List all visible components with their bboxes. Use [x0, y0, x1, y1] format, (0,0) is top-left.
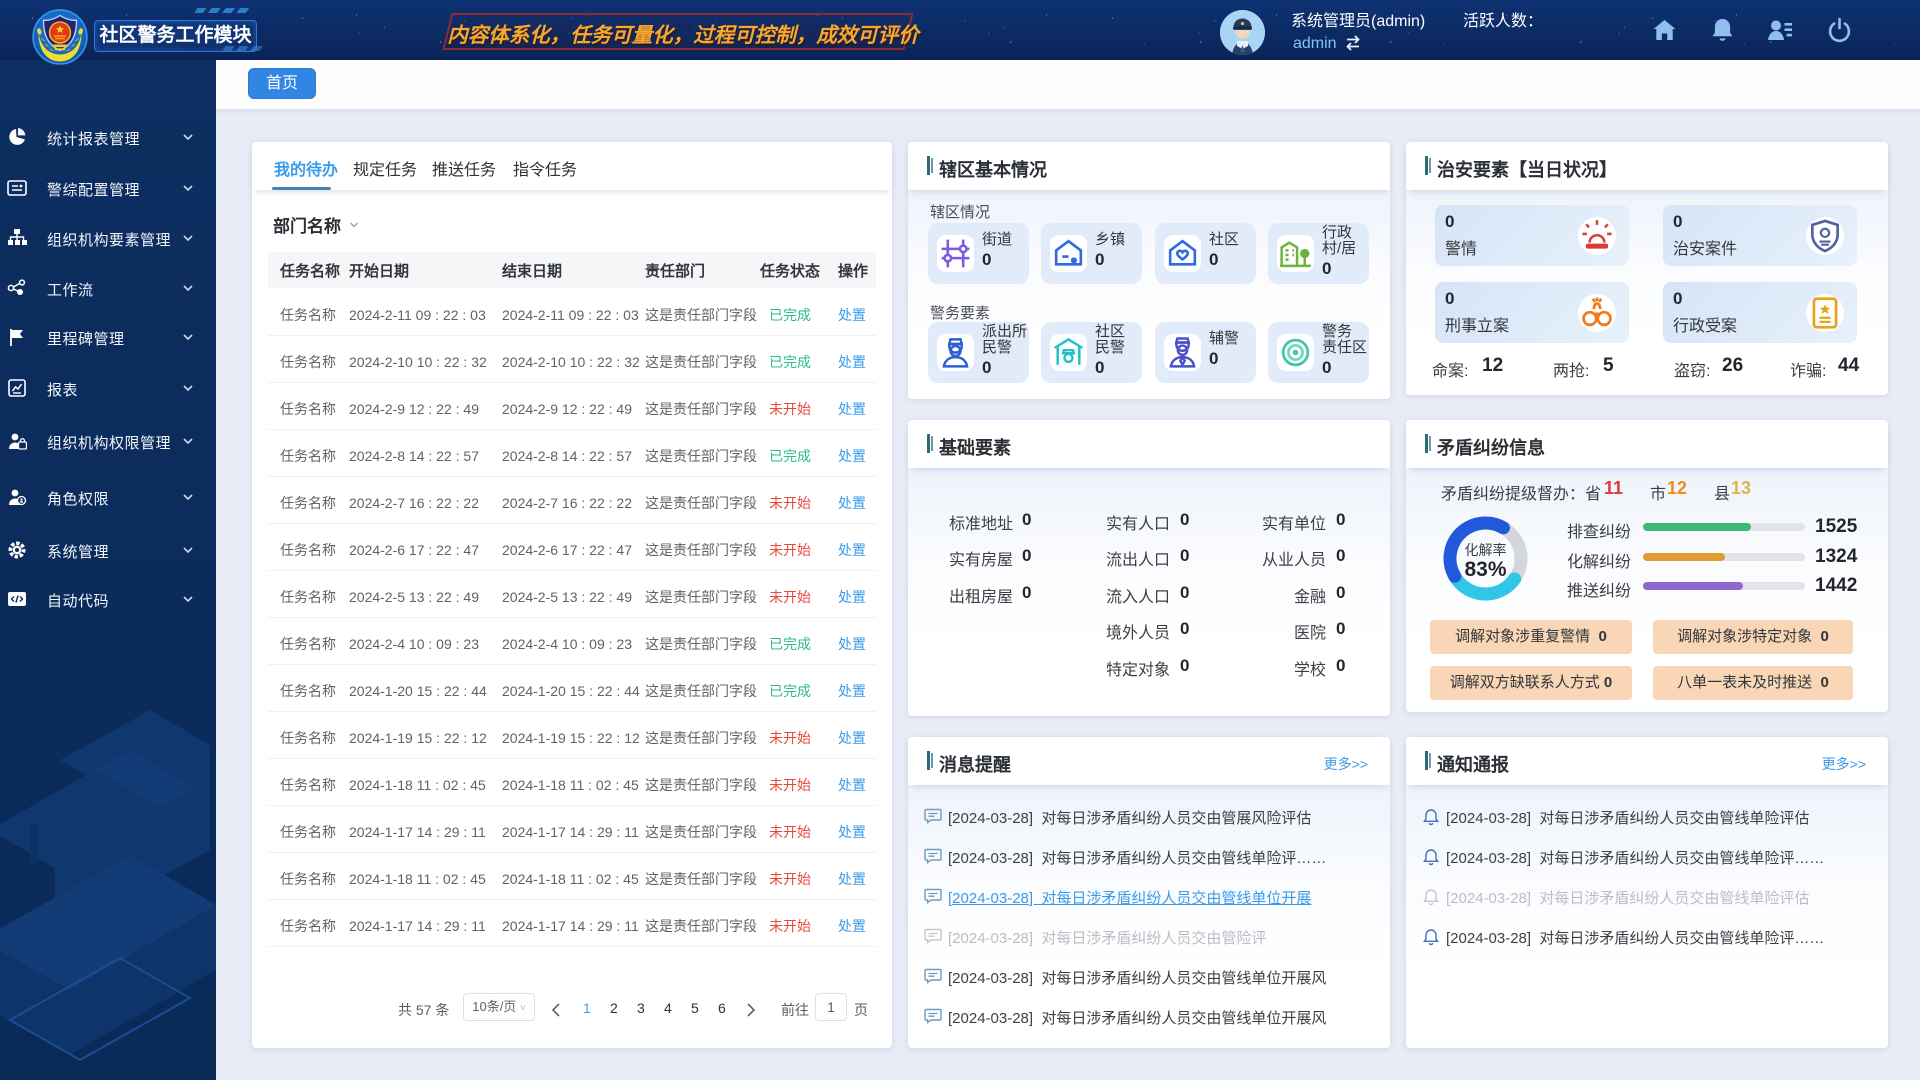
svg-text:83%: 83%: [1464, 558, 1506, 581]
svg-text:化解率: 化解率: [1465, 542, 1507, 558]
